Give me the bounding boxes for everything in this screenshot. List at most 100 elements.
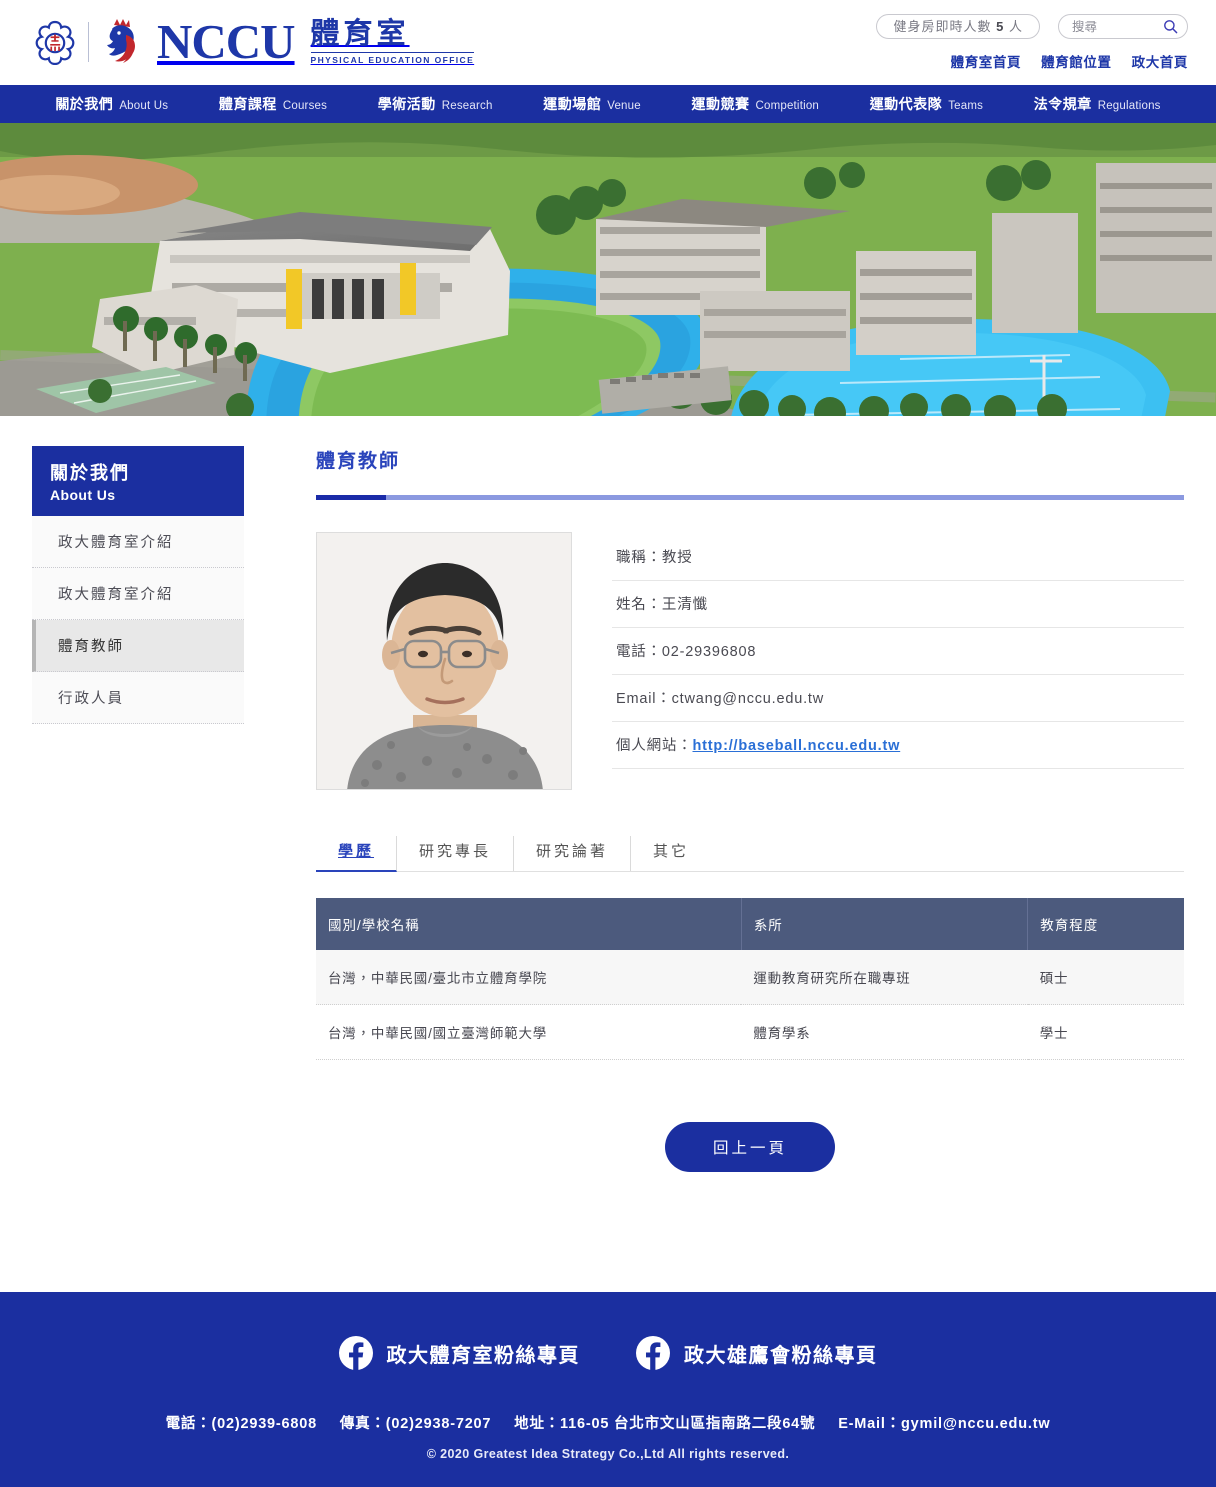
sidebar-item-intro-1[interactable]: 政大體育室介紹 — [32, 516, 244, 568]
campus-banner-image — [0, 123, 1216, 416]
quick-link-gym-location[interactable]: 體育館位置 — [1041, 51, 1112, 71]
teacher-photo — [316, 532, 572, 790]
main-navigation: 關於我們 About Us 體育課程 Courses 學術活動 Research… — [0, 85, 1216, 123]
brand-wordmark: NCCU — [157, 14, 296, 69]
nav-label-en: Competition — [755, 100, 820, 112]
main-content: 體育教師 職稱：教授 姓名：王清懺 電話：02-29396808 Email：c… — [316, 446, 1188, 1172]
tab-others[interactable]: 其它 — [631, 836, 711, 871]
nav-label-zh: 運動代表隊 — [869, 96, 943, 112]
gym-occupancy-label: 健身房即時人數 — [893, 19, 992, 34]
sidebar-item-pe-teachers[interactable]: 體育教師 — [32, 620, 244, 672]
education-table: 國別/學校名稱 系所 教育程度 台灣，中華民國/臺北市立體育學院 運動教育研究所… — [316, 898, 1184, 1060]
teacher-info-title-value: 教授 — [661, 550, 693, 566]
facebook-label-pe-office: 政大體育室粉絲專頁 — [386, 1344, 580, 1367]
teacher-info-email: Email：ctwang@nccu.edu.tw — [612, 675, 1184, 722]
teacher-info-list: 職稱：教授 姓名：王清懺 電話：02-29396808 Email：ctwang… — [612, 532, 1184, 790]
search-icon[interactable] — [1163, 19, 1178, 34]
tab-education[interactable]: 學歷 — [316, 836, 398, 872]
header-quick-links: 體育室首頁 體育館位置 政大首頁 — [876, 51, 1188, 71]
footer-fax: 傳真：(02)2938-7207 — [339, 1416, 492, 1432]
nav-label-zh: 法令規章 — [1033, 96, 1092, 112]
page-body: 關於我們 About Us 政大體育室介紹 政大體育室介紹 體育教師 行政人員 … — [0, 416, 1216, 1206]
title-underline-rule — [316, 495, 1184, 500]
nav-item-venue[interactable]: 運動場館 Venue — [543, 94, 641, 114]
nav-label-en: Regulations — [1097, 100, 1161, 112]
nccu-lion-icon — [99, 16, 147, 68]
cell-degree: 學士 — [1027, 1004, 1184, 1060]
gym-occupancy-value: 5 — [996, 19, 1005, 34]
nav-item-about[interactable]: 關於我們 About Us — [55, 94, 168, 114]
nav-label-en: About Us — [119, 100, 169, 112]
cell-school: 台灣，中華民國/國立臺灣師範大學 — [316, 1004, 742, 1060]
teacher-info-email-value: ctwang@nccu.edu.tw — [671, 691, 825, 707]
sidebar-item-admin-staff[interactable]: 行政人員 — [32, 672, 244, 724]
facebook-link-pe-office[interactable]: 政大體育室粉絲專頁 — [338, 1336, 581, 1370]
quick-link-nccu-home[interactable]: 政大首頁 — [1132, 51, 1188, 71]
nav-label-zh: 運動場館 — [543, 96, 602, 112]
teacher-info-title: 職稱：教授 — [612, 534, 1184, 581]
footer-phone: 電話：(02)2939-6808 — [165, 1416, 318, 1432]
teacher-info-email-label: Email： — [616, 691, 672, 707]
table-row: 台灣，中華民國/國立臺灣師範大學 體育學系 學士 — [316, 1004, 1184, 1060]
footer-email[interactable]: E-Mail：gymil@nccu.edu.tw — [838, 1416, 1050, 1432]
nav-label-en: Research — [441, 100, 493, 112]
tab-publications[interactable]: 研究論著 — [514, 836, 632, 871]
footer-copyright: © 2020 Greatest Idea Strategy Co.,Ltd Al… — [426, 1447, 790, 1461]
nav-label-en: Courses — [282, 100, 328, 112]
nav-label-zh: 關於我們 — [55, 96, 114, 112]
column-header-school: 國別/學校名稱 — [316, 898, 742, 950]
footer-contact-line: 電話：(02)2939-6808 傳真：(02)2938-7207 地址：116… — [0, 1412, 1216, 1433]
column-header-degree: 教育程度 — [1027, 898, 1184, 950]
teacher-info-name-value: 王清懺 — [661, 597, 708, 613]
site-header: NCCU 體育室 PHYSICAL EDUCATION OFFICE 健身房即時… — [0, 0, 1216, 85]
brand-logo[interactable]: NCCU 體育室 PHYSICAL EDUCATION OFFICE — [32, 10, 475, 74]
back-button[interactable]: 回上一頁 — [664, 1122, 835, 1172]
quick-link-pe-home[interactable]: 體育室首頁 — [951, 51, 1022, 71]
nav-label-zh: 學術活動 — [377, 96, 436, 112]
search-box[interactable] — [1058, 14, 1188, 39]
table-row: 台灣，中華民國/臺北市立體育學院 運動教育研究所在職專班 碩士 — [316, 950, 1184, 1005]
column-header-department: 系所 — [741, 898, 1029, 950]
facebook-link-eagles[interactable]: 政大雄鷹會粉絲專頁 — [636, 1336, 878, 1370]
teacher-info-phone-value: 02-29396808 — [661, 644, 757, 660]
brand-office-zh: 體育室 — [310, 18, 410, 50]
table-header-row: 國別/學校名稱 系所 教育程度 — [316, 898, 1184, 950]
teacher-detail-tabs: 學歷 研究專長 研究論著 其它 — [316, 836, 1184, 872]
sidebar-header: 關於我們 About Us — [32, 446, 244, 516]
cell-degree: 碩士 — [1027, 950, 1184, 1005]
nav-item-research[interactable]: 學術活動 Research — [378, 94, 493, 114]
footer-social-links: 政大體育室粉絲專頁 政大雄鷹會粉絲專頁 — [0, 1336, 1216, 1370]
back-button-wrapper: 回上一頁 — [316, 1122, 1184, 1172]
nav-label-zh: 體育課程 — [218, 96, 277, 112]
sidebar: 關於我們 About Us 政大體育室介紹 政大體育室介紹 體育教師 行政人員 — [32, 446, 244, 724]
nav-item-teams[interactable]: 運動代表隊 Teams — [870, 94, 983, 114]
footer-address: 地址：116-05 台北市文山區指南路二段64號 — [514, 1416, 816, 1432]
teacher-info-phone-label: 電話： — [616, 644, 662, 660]
teacher-website-link[interactable]: http://baseball.nccu.edu.tw — [693, 738, 901, 754]
cell-department: 運動教育研究所在職專班 — [741, 950, 1028, 1005]
brand-office-en: PHYSICAL EDUCATION OFFICE — [310, 52, 475, 65]
facebook-icon — [338, 1336, 373, 1370]
cell-department: 體育學系 — [741, 1004, 1028, 1060]
teacher-profile: 職稱：教授 姓名：王清懺 電話：02-29396808 Email：ctwang… — [316, 532, 1184, 790]
nccu-seal-icon — [32, 19, 78, 65]
search-input[interactable] — [1072, 19, 1163, 34]
nav-item-regulations[interactable]: 法令規章 Regulations — [1034, 94, 1161, 114]
teacher-info-name-label: 姓名： — [616, 597, 662, 613]
nav-label-en: Venue — [607, 100, 641, 112]
site-footer: 政大體育室粉絲專頁 政大雄鷹會粉絲專頁 電話：(02)2939-6808 傳真：… — [0, 1292, 1216, 1487]
teacher-info-phone: 電話：02-29396808 — [612, 628, 1184, 675]
cell-school: 台灣，中華民國/臺北市立體育學院 — [316, 950, 742, 1005]
teacher-info-title-label: 職稱： — [616, 550, 662, 566]
facebook-label-eagles: 政大雄鷹會粉絲專頁 — [684, 1344, 878, 1367]
facebook-icon — [636, 1336, 670, 1370]
sidebar-item-intro-2[interactable]: 政大體育室介紹 — [32, 568, 244, 620]
sidebar-header-zh: 關於我們 — [50, 463, 130, 483]
gym-occupancy-badge: 健身房即時人數 5 人 — [876, 14, 1040, 39]
nav-item-competition[interactable]: 運動競賽 Competition — [691, 94, 819, 114]
teacher-info-website-label: 個人網站： — [616, 738, 693, 754]
teacher-info-name: 姓名：王清懺 — [612, 581, 1184, 628]
nav-label-en: Teams — [948, 100, 984, 112]
nav-item-courses[interactable]: 體育課程 Courses — [219, 94, 327, 114]
tab-expertise[interactable]: 研究專長 — [397, 836, 515, 871]
